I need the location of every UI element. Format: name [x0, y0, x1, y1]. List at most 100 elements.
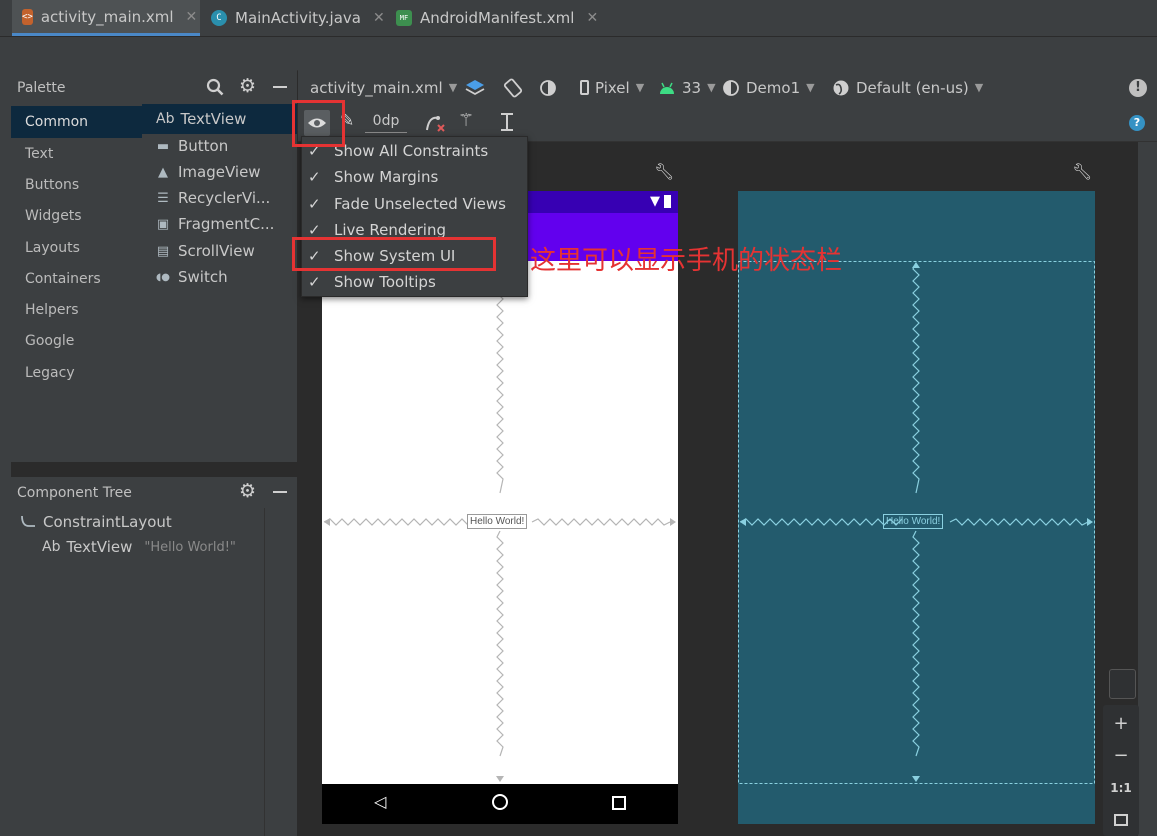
component-tree-header: Component Tree ⚙ [11, 476, 297, 510]
warning-icon[interactable]: ! [1129, 79, 1147, 97]
hello-world-blueprint[interactable]: Hello World! [883, 514, 944, 529]
close-tab-icon[interactable]: ✕ [186, 9, 198, 25]
palette-category-layouts[interactable]: Layouts [25, 240, 80, 256]
checkmark-icon: ✓ [308, 273, 321, 291]
search-icon[interactable] [206, 78, 224, 96]
palette-item-textview[interactable]: Ab TextView [142, 104, 297, 134]
wifi-icon: ▼ [650, 194, 660, 209]
menu-item-label: Fade Unselected Views [334, 195, 506, 213]
locale-label: Default (en-us) [856, 78, 969, 97]
infer-constraints-icon[interactable]: ⚚ [458, 110, 474, 131]
recents-icon [612, 796, 626, 810]
minimize-icon[interactable] [273, 491, 287, 493]
tree-node-constraintlayout[interactable]: ConstraintLayout [19, 513, 172, 531]
component-tree: ConstraintLayout Ab TextView "Hello Worl… [11, 508, 297, 836]
palette-category-common[interactable]: Common [11, 106, 142, 138]
tree-node-label: ConstraintLayout [43, 513, 172, 531]
tree-node-label: TextView [66, 538, 133, 556]
chevron-down-icon: ▼ [707, 81, 716, 94]
palette-item-imageview[interactable]: ▲ ImageView [154, 163, 261, 181]
java-class-icon: C [211, 10, 227, 26]
fragment-icon: ▣ [156, 216, 170, 232]
project-tool-strip [0, 70, 11, 836]
chevron-down-icon: ▼ [448, 81, 458, 94]
menu-item-fade-unselected-views[interactable]: ✓ Fade Unselected Views [308, 191, 506, 217]
rotate-device-icon [503, 78, 523, 97]
tab-label: AndroidManifest.xml [420, 9, 575, 27]
zoom-out-button[interactable]: − [1108, 742, 1134, 768]
manifest-file-icon: MF [396, 10, 412, 26]
zoom-in-button[interactable]: + [1108, 710, 1134, 736]
help-icon[interactable]: ? [1129, 115, 1145, 131]
palette-category-helpers[interactable]: Helpers [25, 302, 79, 318]
palette-item-label: TextView [180, 110, 247, 128]
fit-screen-icon [1114, 814, 1128, 826]
night-mode-icon [540, 79, 556, 96]
tree-node-textview[interactable]: Ab TextView "Hello World!" [42, 538, 236, 556]
guidelines-icon[interactable] [498, 112, 516, 134]
tab-android-manifest[interactable]: MF AndroidManifest.xml ✕ [386, 0, 608, 36]
palette-category-legacy[interactable]: Legacy [25, 365, 75, 381]
palette-item-label: Button [178, 137, 229, 155]
design-surface-dropdown[interactable] [464, 70, 486, 105]
gear-icon[interactable]: ⚙ [239, 480, 256, 502]
device-navigation-bar: ◁ [322, 784, 678, 824]
menu-item-show-margins[interactable]: ✓ Show Margins [308, 164, 438, 190]
close-tab-icon[interactable]: ✕ [373, 10, 385, 26]
palette-item-label: Switch [178, 268, 228, 286]
vertical-scrollbar[interactable] [1138, 142, 1157, 836]
palette-category-google[interactable]: Google [25, 333, 74, 349]
palette-item-scrollview[interactable]: ▤ ScrollView [154, 242, 255, 260]
device-dropdown[interactable]: Pixel ▼ [580, 70, 644, 105]
checkmark-icon: ✓ [308, 168, 321, 186]
pan-button[interactable] [1109, 669, 1136, 699]
android-icon [660, 82, 674, 94]
palette-item-fragmentcontainer[interactable]: ▣ FragmentC... [154, 215, 275, 233]
locale-dropdown[interactable]: Default (en-us) ▼ [832, 70, 983, 105]
palette-title: Palette [17, 80, 66, 96]
palette-item-button[interactable]: ▬ Button [154, 137, 228, 155]
close-tab-icon[interactable]: ✕ [586, 10, 598, 26]
theme-icon [723, 79, 739, 96]
api-level-dropdown[interactable]: 33 ▼ [658, 70, 716, 105]
home-icon [492, 794, 508, 810]
wrench-icon[interactable]: 🔧︎ [654, 162, 674, 181]
tab-main-activity[interactable]: C MainActivity.java ✕ [201, 0, 395, 36]
theme-label: Demo1 [746, 78, 801, 97]
minimize-icon[interactable] [273, 86, 287, 88]
hello-world-textview[interactable]: Hello World! [467, 514, 528, 529]
highlight-box-show-system-ui [292, 237, 496, 271]
orientation-dropdown[interactable] [502, 70, 524, 105]
blueprint-preview[interactable]: Hello World! [738, 191, 1095, 824]
palette-category-containers[interactable]: Containers [25, 271, 101, 287]
api-label: 33 [682, 78, 702, 97]
palette-category-text[interactable]: Text [25, 146, 53, 162]
wrench-icon[interactable]: 🔧︎ [1072, 162, 1092, 181]
default-margin-dropdown[interactable]: 0dp [365, 113, 407, 133]
editor-tab-bar: <> activity_main.xml ✕ C MainActivity.ja… [0, 0, 1157, 37]
palette-categories: Common Text Buttons Widgets Layouts Cont… [11, 104, 142, 462]
clear-constraints-icon[interactable] [424, 112, 446, 134]
file-label: activity_main.xml [310, 78, 443, 97]
constraint-layout-icon [21, 515, 35, 527]
device-label: Pixel [595, 78, 630, 97]
tab-activity-main[interactable]: <> activity_main.xml ✕ [12, 0, 200, 36]
night-mode-dropdown[interactable] [538, 70, 558, 105]
zoom-to-fit-button[interactable] [1108, 807, 1134, 833]
palette-item-switch[interactable]: ◖● Switch [154, 268, 228, 286]
palette-item-recyclerview[interactable]: ☰ RecyclerVi... [154, 189, 270, 207]
globe-icon [833, 80, 849, 95]
palette-header: Palette ⚙ [11, 70, 297, 105]
textview-icon: Ab [156, 111, 175, 127]
chevron-down-icon: ▼ [806, 81, 815, 94]
battery-icon [664, 195, 671, 208]
palette-category-buttons[interactable]: Buttons [25, 177, 79, 193]
gear-icon[interactable]: ⚙ [239, 75, 256, 97]
palette-category-widgets[interactable]: Widgets [25, 208, 82, 224]
menu-item-show-tooltips[interactable]: ✓ Show Tooltips [308, 269, 436, 295]
menu-item-label: Show Margins [334, 168, 439, 186]
zoom-to-actual-size-button[interactable]: 1:1 [1108, 775, 1134, 801]
theme-dropdown[interactable]: Demo1 ▼ [722, 70, 815, 105]
splitter[interactable] [264, 508, 265, 836]
back-icon: ◁ [374, 792, 387, 811]
